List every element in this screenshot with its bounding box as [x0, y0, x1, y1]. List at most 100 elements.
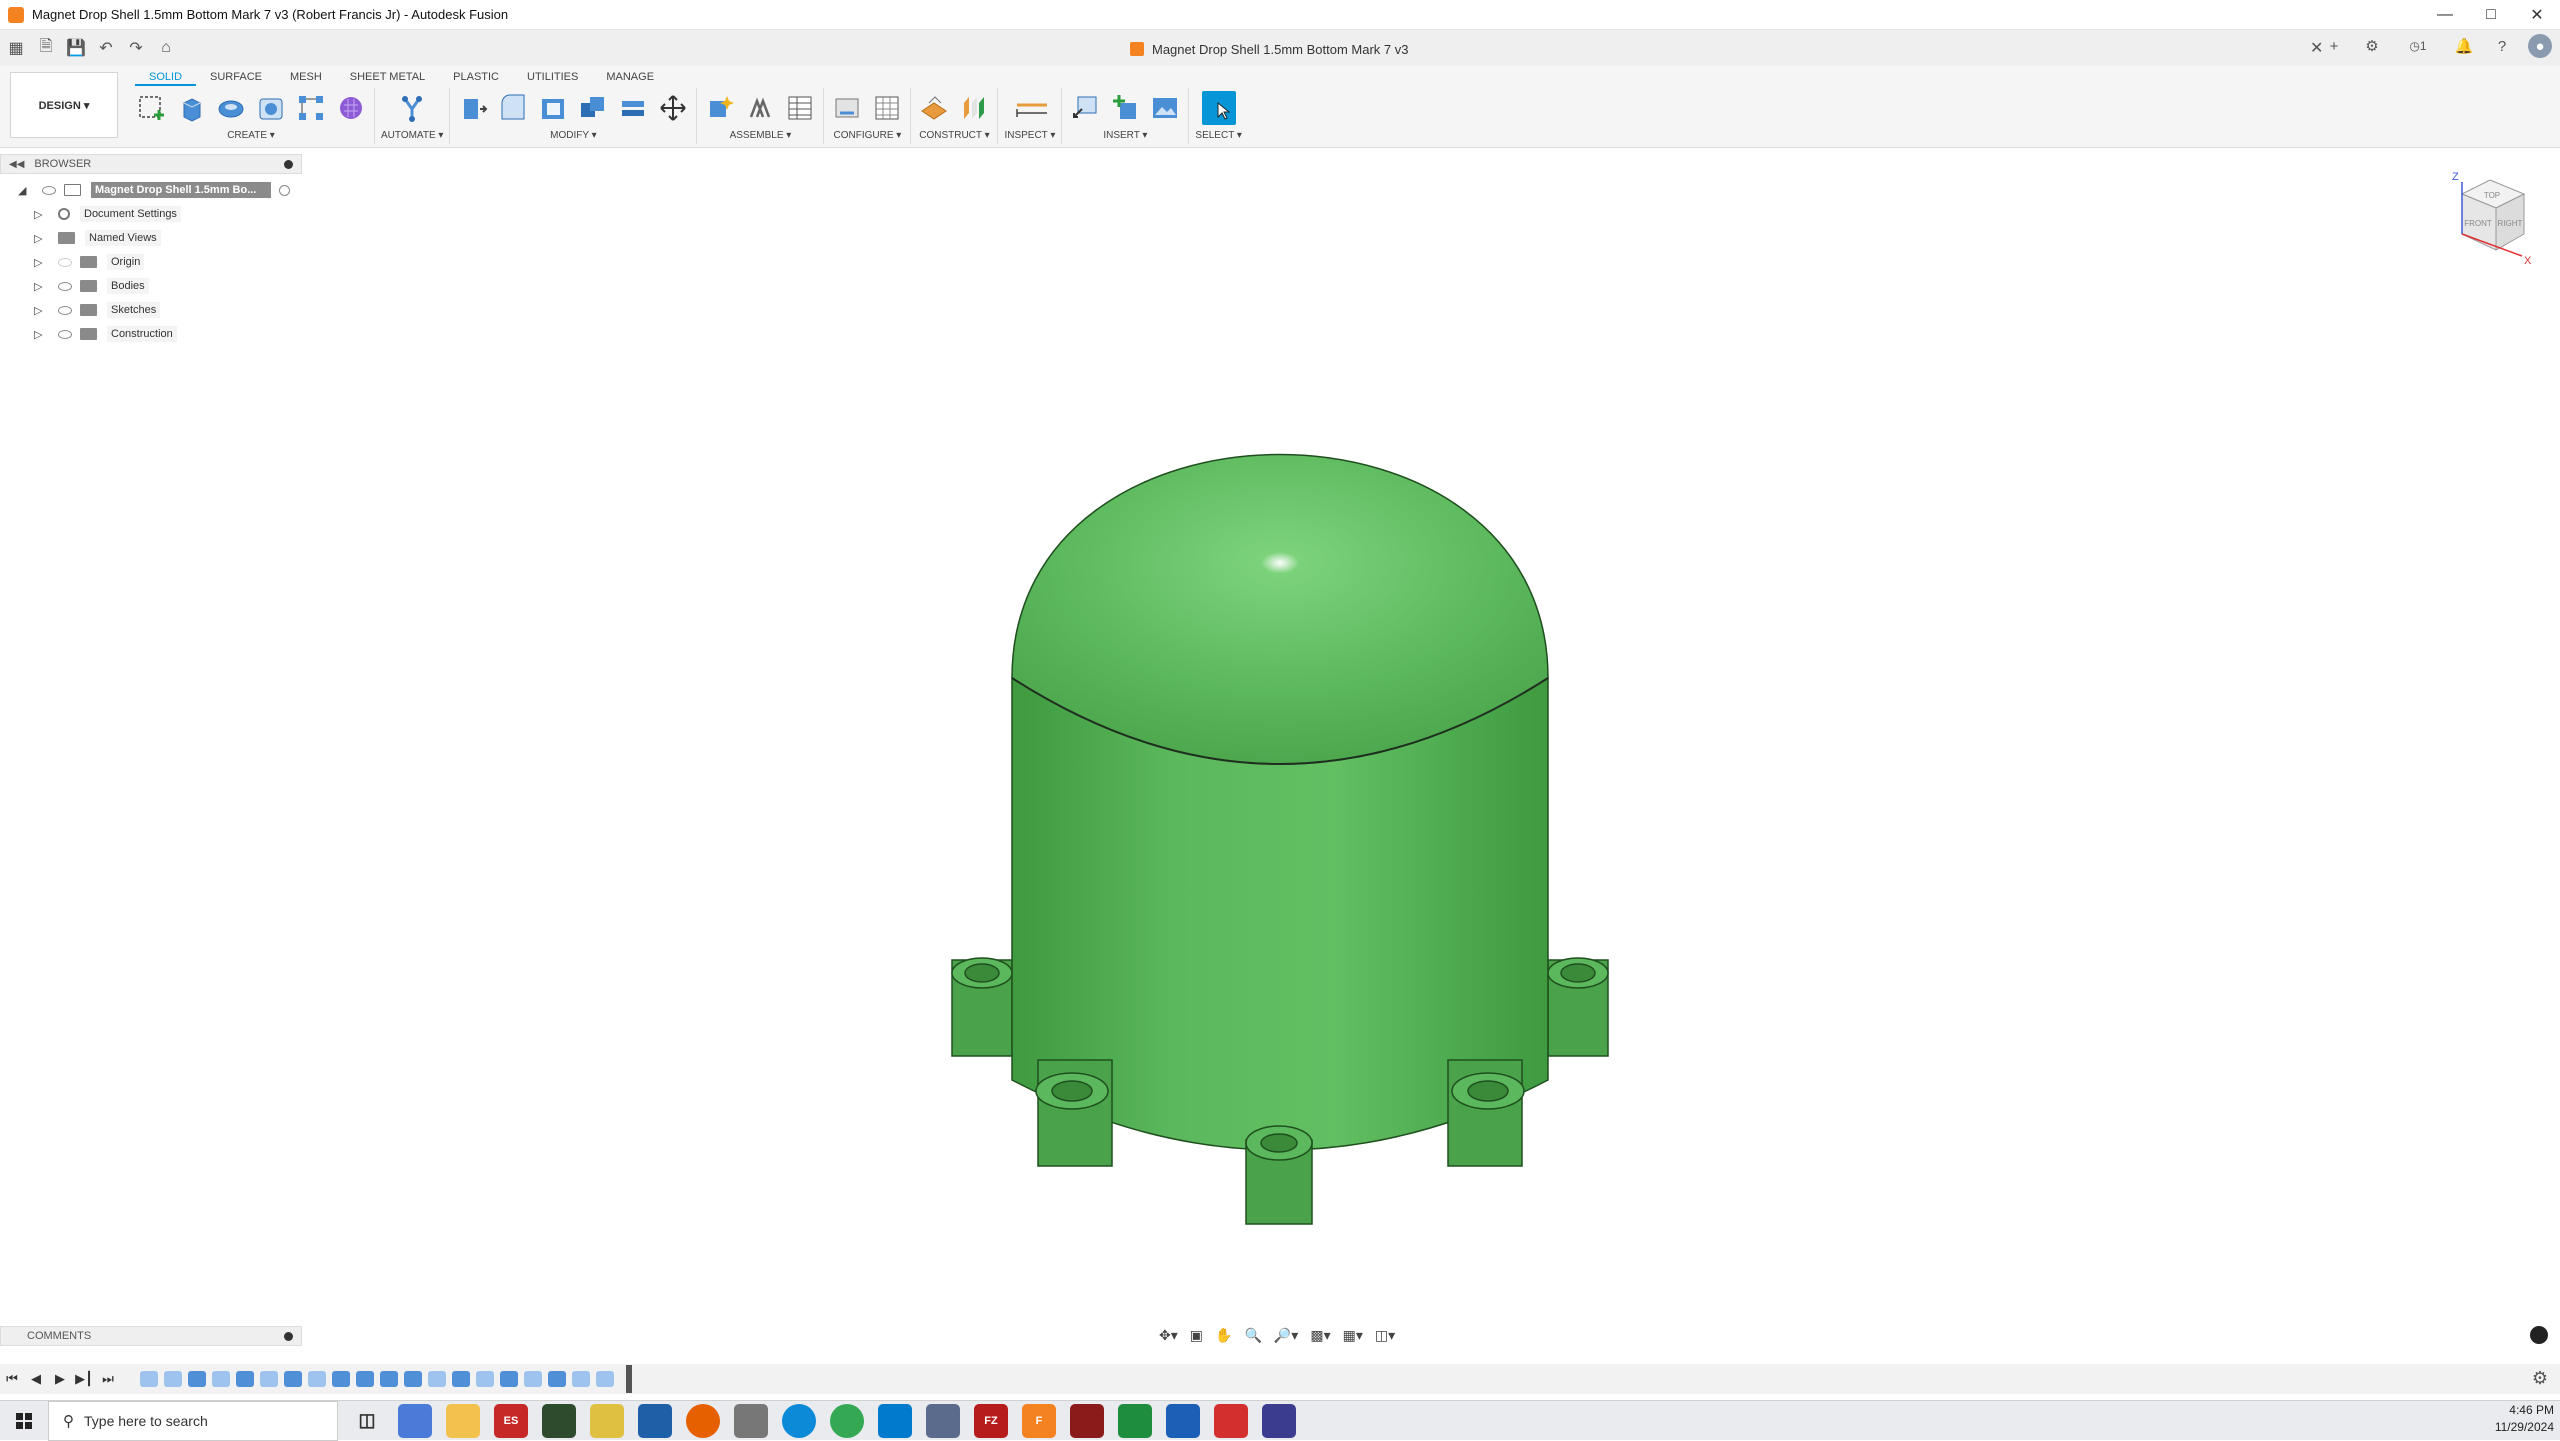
taskbar-search[interactable]: ⚲ Type here to search — [48, 1400, 338, 1441]
user-avatar[interactable]: ● — [2528, 34, 2552, 58]
timeline-feature[interactable] — [356, 1371, 374, 1387]
media-app-icon[interactable] — [1070, 1403, 1104, 1438]
joint-icon[interactable] — [743, 91, 777, 125]
tab-plastic[interactable]: PLASTIC — [439, 70, 513, 86]
form-icon[interactable] — [334, 91, 368, 125]
zoom-icon[interactable]: 🔍 — [1241, 1324, 1264, 1346]
tree-item-sketches[interactable]: ▷ Sketches — [0, 298, 302, 322]
file-explorer-icon[interactable] — [446, 1403, 480, 1438]
expand-arrow-icon[interactable]: ▷ — [34, 256, 50, 269]
press-pull-icon[interactable] — [456, 91, 490, 125]
timeline-feature[interactable] — [524, 1371, 542, 1387]
minimize-button[interactable]: — — [2422, 0, 2468, 30]
chat-icon[interactable] — [2530, 1326, 2548, 1344]
tab-solid[interactable]: SOLID — [135, 70, 197, 86]
front-left-tab[interactable] — [1035, 1059, 1113, 1167]
home-icon[interactable]: ⌂ — [152, 34, 180, 62]
tree-item-origin[interactable]: ▷ Origin — [0, 250, 302, 274]
comments-pin-icon[interactable] — [284, 1331, 293, 1341]
timeline-feature[interactable] — [572, 1371, 590, 1387]
configure-table-icon[interactable] — [870, 91, 904, 125]
timeline-settings-icon[interactable]: ⚙ — [2532, 1368, 2548, 1389]
viewports-icon[interactable]: ◫▾ — [1372, 1324, 1398, 1346]
shell-dome[interactable] — [1011, 453, 1549, 765]
timeline-feature[interactable] — [308, 1371, 326, 1387]
timeline-play-icon[interactable]: ▶ — [48, 1371, 72, 1387]
visibility-hidden-icon[interactable] — [58, 257, 72, 267]
notifications-icon[interactable]: 🔔 — [2452, 34, 2476, 58]
change-parameters-icon[interactable] — [830, 91, 864, 125]
automate-icon[interactable] — [395, 91, 429, 125]
firefox-icon[interactable] — [686, 1403, 720, 1438]
collapse-root-icon[interactable]: ◢ — [18, 184, 34, 197]
taskbar-clock[interactable]: 4:46 PM 11/29/2024 — [2495, 1402, 2554, 1436]
green-app-icon[interactable] — [542, 1403, 576, 1438]
tree-item-bodies[interactable]: ▷ Bodies — [0, 274, 302, 298]
network-app-icon[interactable] — [926, 1403, 960, 1438]
tab-utilities[interactable]: UTILITIES — [513, 70, 592, 86]
timeline-feature[interactable] — [140, 1371, 158, 1387]
configure-label[interactable]: CONFIGURE ▾ — [834, 130, 902, 141]
workspace-switcher[interactable]: DESIGN ▾ — [10, 72, 118, 138]
maximize-button[interactable]: □ — [2468, 0, 2514, 30]
pattern-icon[interactable] — [294, 91, 328, 125]
timeline-feature[interactable] — [380, 1371, 398, 1387]
timeline-feature[interactable] — [596, 1371, 614, 1387]
browser-pin-icon[interactable] — [284, 159, 293, 169]
move-icon[interactable] — [656, 91, 690, 125]
timeline-back-icon[interactable]: ◀ — [24, 1371, 48, 1387]
visibility-eye-icon[interactable] — [58, 305, 72, 315]
insert-mesh-icon[interactable] — [1108, 91, 1142, 125]
app-grid-icon[interactable]: ▦ — [2, 34, 30, 62]
timeline-feature[interactable] — [500, 1371, 518, 1387]
expand-arrow-icon[interactable]: ▷ — [34, 280, 50, 293]
left-mount-tab[interactable] — [951, 957, 1013, 1057]
revolve-icon[interactable] — [214, 91, 248, 125]
collapse-browser-icon[interactable]: ◀◀ — [9, 159, 24, 170]
timeline-feature[interactable] — [236, 1371, 254, 1387]
tab-sheet-metal[interactable]: SHEET METAL — [336, 70, 439, 86]
calculator-icon[interactable] — [1262, 1403, 1296, 1438]
copilot-icon[interactable] — [398, 1403, 432, 1438]
zoom-window-icon[interactable]: 🔎▾ — [1271, 1324, 1301, 1346]
model-render[interactable] — [900, 380, 1660, 1260]
close-window-button[interactable]: ✕ — [2514, 0, 2560, 30]
task-view-icon[interactable]: ◫ — [350, 1404, 384, 1438]
select-label[interactable]: SELECT ▾ — [1195, 130, 1242, 141]
file-menu-icon[interactable]: 🗎 — [32, 34, 60, 62]
orbit-icon[interactable]: ✥▾ — [1156, 1324, 1181, 1346]
viewcube-top[interactable]: TOP — [2484, 191, 2500, 200]
right-mount-tab[interactable] — [1547, 957, 1609, 1057]
tab-mesh[interactable]: MESH — [276, 70, 336, 86]
es-app-icon[interactable]: ES — [494, 1403, 528, 1438]
tree-item-construction[interactable]: ▷ Construction — [0, 322, 302, 346]
timeline-feature[interactable] — [548, 1371, 566, 1387]
vscode-icon[interactable] — [878, 1403, 912, 1438]
filezilla-icon[interactable]: FZ — [974, 1403, 1008, 1438]
display-settings-icon[interactable]: ▩▾ — [1307, 1324, 1333, 1346]
insert-derive-icon[interactable] — [1068, 91, 1102, 125]
offset-plane-icon[interactable] — [917, 91, 951, 125]
timeline-end-icon[interactable]: ⏭ — [96, 1371, 120, 1387]
comments-panel[interactable]: COMMENTS — [0, 1326, 302, 1346]
construct-label[interactable]: CONSTRUCT ▾ — [919, 130, 989, 141]
inspect-label[interactable]: INSPECT ▾ — [1004, 130, 1055, 141]
front-right-tab[interactable] — [1447, 1059, 1525, 1167]
timeline-feature[interactable] — [188, 1371, 206, 1387]
midplane-icon[interactable] — [957, 91, 991, 125]
spreadsheet-app-icon[interactable] — [1118, 1403, 1152, 1438]
help-icon[interactable]: ? — [2490, 34, 2514, 58]
timeline-feature[interactable] — [212, 1371, 230, 1387]
timeline-marker[interactable] — [626, 1365, 632, 1393]
extensions-icon[interactable]: ⚙ — [2360, 34, 2384, 58]
canvas-viewport[interactable] — [900, 380, 1660, 1265]
notepad-icon[interactable] — [590, 1403, 624, 1438]
new-tab-icon[interactable]: + — [2322, 34, 2346, 58]
edge-icon[interactable] — [782, 1403, 816, 1438]
expand-arrow-icon[interactable]: ▷ — [34, 328, 50, 341]
acrobat-icon[interactable] — [1214, 1403, 1248, 1438]
tab-surface[interactable]: SURFACE — [196, 70, 276, 86]
tree-root[interactable]: ◢ Magnet Drop Shell 1.5mm Bo... — [0, 178, 302, 202]
start-button[interactable] — [0, 1401, 48, 1441]
timeline-feature[interactable] — [404, 1371, 422, 1387]
